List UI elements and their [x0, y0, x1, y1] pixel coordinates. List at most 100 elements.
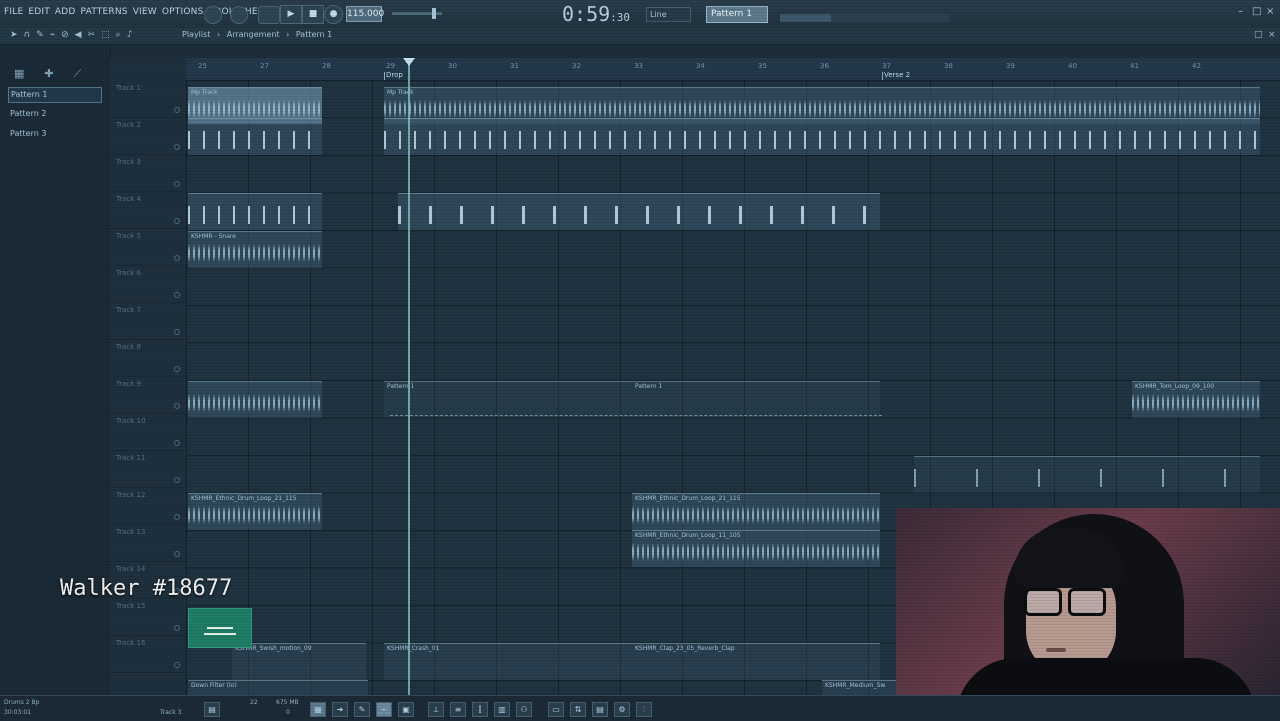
stop-button[interactable]: ■ — [302, 5, 324, 24]
paint-icon[interactable]: ⌁ — [376, 702, 392, 717]
track-active-icon[interactable] — [174, 107, 180, 113]
speaker-icon[interactable]: ♪ — [127, 30, 133, 40]
audio-clip[interactable]: KSHMR_Ethnic_Drum_Loop_21_115 — [632, 493, 880, 530]
track-header[interactable]: Track 12 — [110, 487, 186, 525]
split-icon[interactable]: ⟂ — [428, 702, 444, 717]
lock-icon[interactable]: ▣ — [398, 702, 414, 717]
draw-icon[interactable]: ✎ — [354, 702, 370, 717]
pattern-clip[interactable] — [188, 118, 322, 155]
zoom-icon[interactable]: ⌕ — [116, 30, 121, 40]
pattern-clip[interactable]: Pattern 1 — [632, 381, 880, 418]
pattern-select[interactable]: Pattern 1 — [706, 6, 768, 23]
select-icon[interactable]: ⬚ — [101, 30, 110, 40]
playhead[interactable] — [408, 58, 410, 695]
pattern-clip[interactable] — [398, 193, 880, 230]
slice-icon[interactable]: ✂ — [88, 30, 96, 40]
track-header[interactable]: Track 16 — [110, 635, 186, 673]
audio-clip[interactable]: KSHMR_Ethnic_Drum_Loop_11_105 — [632, 530, 880, 567]
step-icon[interactable]: ≡ — [450, 702, 466, 717]
track-active-icon[interactable] — [174, 662, 180, 668]
menu-file[interactable]: FILE — [4, 7, 23, 17]
track-header[interactable]: Track 7 — [110, 302, 186, 340]
pattern-item-1[interactable]: Pattern 1 — [8, 87, 102, 103]
playhead-marker-icon[interactable] — [403, 58, 415, 66]
pattern-clip[interactable] — [384, 118, 1260, 155]
breadcrumb-arrangement[interactable]: Arrangement — [227, 30, 280, 39]
menu-patterns[interactable]: PATTERNS — [81, 7, 128, 17]
automation-clip[interactable]: Down Filter (lo) — [188, 680, 368, 696]
record-button[interactable]: ● — [324, 5, 343, 24]
magnet-icon[interactable]: ∩ — [24, 30, 31, 40]
pattern-clip[interactable] — [914, 456, 1260, 493]
pattern-item-3[interactable]: Pattern 3 — [8, 127, 100, 141]
track-active-icon[interactable] — [174, 403, 180, 409]
track-active-icon[interactable] — [174, 551, 180, 557]
pattern-clip[interactable] — [188, 193, 322, 230]
track-header[interactable]: Track 9 — [110, 376, 186, 414]
track-active-icon[interactable] — [174, 181, 180, 187]
timeline-ruler[interactable]: 25 27 28 29 30 31 32 33 34 35 36 37 38 3… — [186, 58, 1280, 81]
mixer-icon[interactable]: ⫿ — [472, 702, 488, 717]
menu-view[interactable]: VIEW — [133, 7, 157, 17]
track-active-icon[interactable] — [174, 329, 180, 335]
track-header[interactable]: Track 5 — [110, 228, 186, 266]
track-header[interactable]: Track 15 — [110, 598, 186, 636]
track-header[interactable]: Track 13 — [110, 524, 186, 562]
audio-clip[interactable]: KSHMR_Swish_motion_09 — [232, 643, 366, 680]
next-icon[interactable]: ➜ — [332, 702, 348, 717]
playlist-close-icon[interactable]: × — [1268, 30, 1276, 40]
playlist-maximize-icon[interactable]: □ — [1254, 30, 1263, 40]
play-button[interactable]: ▶ — [280, 5, 302, 24]
grid-icon[interactable]: ▦ — [14, 67, 24, 81]
audio-clip[interactable]: KSHMR - Snare — [188, 231, 322, 268]
brush-icon[interactable]: ⌁ — [50, 30, 55, 40]
audio-clip[interactable]: KSHMR_Tom_Loop_09_100 — [1132, 381, 1260, 418]
track-active-icon[interactable] — [174, 625, 180, 631]
menu-options[interactable]: OPTIONS — [162, 7, 204, 17]
track-header[interactable]: Track 2 — [110, 117, 186, 155]
track-header[interactable]: Track 8 — [110, 339, 186, 377]
track-active-icon[interactable] — [174, 144, 180, 150]
breadcrumb-pattern[interactable]: Pattern 1 — [296, 30, 332, 39]
piano-icon[interactable]: ▤ — [204, 702, 220, 717]
track-header[interactable]: Track 11 — [110, 450, 186, 488]
tempo-icon[interactable]: ⇅ — [570, 702, 586, 717]
track-active-icon[interactable] — [174, 477, 180, 483]
record-mode-icon[interactable] — [204, 6, 222, 24]
track-active-icon[interactable] — [174, 292, 180, 298]
marker-verse-2[interactable]: Verse 2 — [884, 71, 910, 79]
track-active-icon[interactable] — [174, 218, 180, 224]
link-icon[interactable]: ⟋ — [74, 67, 82, 81]
help-icon[interactable]: ⫶ — [636, 702, 652, 717]
audio-clip[interactable]: KSHMR_Medium_Sw — [822, 680, 898, 696]
audio-clip[interactable]: KSHMR_Clap_23_05_Reverb_Clap — [632, 643, 880, 680]
slip-icon[interactable]: ◀ — [75, 30, 82, 40]
track-active-icon[interactable] — [174, 255, 180, 261]
pattern-item-2[interactable]: Pattern 2 — [8, 107, 100, 121]
slider-knob[interactable] — [432, 8, 436, 19]
browser-icon[interactable]: ▭ — [548, 702, 564, 717]
track-active-icon[interactable] — [174, 440, 180, 446]
channel-rack-icon[interactable]: ▥ — [494, 702, 510, 717]
audio-clip[interactable]: KSHMR_Ethnic_Drum_Loop_21_115 — [188, 493, 322, 530]
save-icon[interactable]: ▤ — [592, 702, 608, 717]
arrow-icon[interactable]: ➤ — [10, 30, 18, 40]
plugin-icon[interactable]: ⚇ — [516, 702, 532, 717]
pattern-clip[interactable]: Pattern 1 — [384, 381, 632, 418]
add-icon[interactable]: ✚ — [44, 67, 53, 81]
settings-icon[interactable]: ⚙ — [614, 702, 630, 717]
track-active-icon[interactable] — [174, 366, 180, 372]
close-icon[interactable]: × — [1266, 6, 1274, 17]
track-header[interactable]: Track 10 — [110, 413, 186, 451]
track-header[interactable]: Track 6 — [110, 265, 186, 303]
menu-add[interactable]: ADD — [55, 7, 76, 17]
maximize-icon[interactable]: □ — [1252, 6, 1261, 17]
track-header[interactable]: Track 1 — [110, 80, 186, 118]
menu-edit[interactable]: EDIT — [28, 7, 50, 17]
song-mode-button[interactable] — [258, 6, 280, 24]
pattern-clip[interactable] — [188, 381, 322, 418]
track-header[interactable]: Track 4 — [110, 191, 186, 229]
minimize-icon[interactable]: – — [1238, 6, 1243, 17]
track-header[interactable]: Track 3 — [110, 154, 186, 192]
master-volume-slider[interactable] — [392, 8, 442, 19]
